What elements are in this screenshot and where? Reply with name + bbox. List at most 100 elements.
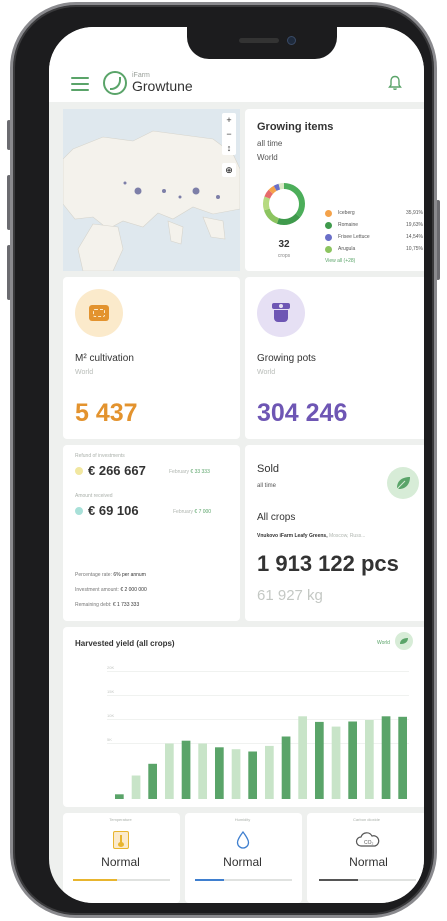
co2-label: Carbon dioxide (353, 817, 380, 822)
harvest-bar[interactable] (298, 716, 307, 799)
received-date-month: February (173, 509, 194, 515)
front-camera (287, 36, 296, 45)
growing-items-legend: Iceberg 35,91% Romaine 19,63% Frisee Lettuce… (325, 207, 423, 255)
sold-title: Sold (257, 463, 280, 475)
percentage-rate-value: 6% per annum (113, 572, 146, 578)
humidity-value: Normal (223, 855, 262, 869)
harvest-bar[interactable] (115, 794, 124, 799)
remaining-debt-value: € 1 733 333 (112, 602, 140, 608)
logo-icon (103, 71, 127, 95)
world-map[interactable]: + − ↕ ⊕ (63, 109, 240, 271)
legend-item: Romaine 19,63% (325, 219, 423, 231)
legend-percent: 14,54% (406, 234, 423, 240)
sold-crops: All crops (257, 512, 296, 523)
harvest-bar[interactable] (148, 763, 157, 799)
harvest-bar[interactable] (181, 740, 191, 799)
legend-percent: 10,75% (406, 246, 423, 252)
zoom-out-button[interactable]: − (222, 127, 236, 141)
crops-count: 32 (278, 239, 290, 250)
refund-label: Refund of investments (75, 453, 125, 459)
harvest-bar[interactable] (348, 721, 357, 800)
map-land (63, 130, 240, 271)
humidity-label: Humidity (234, 817, 251, 822)
remaining-debt-label: Remaining debt: (75, 602, 112, 608)
sold-farm-name: Vnukovo iFarm Leafy Greens, (257, 533, 328, 539)
y-tick-label: 15K (107, 689, 115, 694)
received-date-amount: € 7 000 (194, 509, 212, 515)
crops-label: crops (277, 253, 291, 259)
harvest-bar[interactable] (231, 749, 241, 799)
gauge-fill (73, 879, 117, 881)
refund-value: € 266 667 (75, 463, 146, 478)
donut-segment (263, 196, 270, 211)
humidity-gauge (195, 879, 292, 881)
growing-pots-title: Growing pots (257, 353, 316, 364)
sold-pcs: 1 913 122 pcs (257, 551, 399, 576)
notch (187, 27, 337, 59)
legend-dot (325, 221, 332, 229)
harvest-bar[interactable] (365, 720, 374, 799)
harvest-bar[interactable] (331, 726, 341, 799)
gauge-fill (319, 879, 358, 881)
bell-icon[interactable] (388, 75, 402, 91)
harvest-bar-chart (115, 716, 407, 800)
harvest-bar[interactable] (198, 743, 207, 800)
svg-text:CO₂: CO₂ (364, 840, 374, 846)
locate-icon[interactable]: ⊕ (222, 163, 236, 177)
harvest-bar[interactable] (265, 745, 274, 799)
water-drop-icon (236, 831, 250, 849)
co2-cloud-icon: CO₂ (355, 832, 380, 847)
harvest-bar[interactable] (131, 775, 141, 800)
hamburger-icon[interactable] (71, 77, 89, 91)
zoom-in-button[interactable]: + (222, 113, 236, 127)
growing-items-period: all time (257, 139, 283, 148)
sold-kg: 61 927 kg (257, 587, 323, 604)
logo: iFarm Growtune (103, 71, 193, 95)
harvest-bar[interactable] (315, 721, 324, 799)
harvest-bar[interactable] (248, 751, 257, 800)
harvest-bar[interactable] (381, 716, 391, 799)
legend-item: Arugula 10,75% (325, 243, 423, 255)
compass-button[interactable]: ↕ (222, 141, 236, 155)
cultivation-value: 5 437 (75, 399, 138, 427)
area-icon (75, 289, 123, 337)
growing-pots-value: 304 246 (257, 399, 348, 427)
percentage-rate: Percentage rate: 6% per annum (75, 572, 146, 578)
harvest-bar[interactable] (215, 747, 224, 799)
refund-date: February € 33 333 (169, 469, 210, 475)
logo-name: Growtune (132, 77, 193, 94)
temperature-gauge (73, 879, 170, 881)
legend-dot (325, 209, 332, 217)
harvest-bar[interactable] (165, 743, 174, 800)
harvest-leaf-icon (395, 632, 413, 650)
legend-dot (325, 233, 332, 241)
harvest-bar[interactable] (398, 716, 407, 799)
harvest-title: Harvested yield (all crops) (75, 639, 175, 648)
phone-frame: iFarm Growtune + − ↕ ⊕ Growing items all… (10, 2, 437, 918)
donut-segment (284, 183, 305, 218)
investment-amount-label: Investment amount: (75, 587, 119, 593)
growing-items-title: Growing items (257, 121, 334, 133)
cultivation-title: M² cultivation (75, 353, 134, 364)
received-date: February € 7 000 (173, 509, 211, 515)
y-tick-label: 20K (107, 665, 115, 670)
received-dot-icon (75, 506, 83, 515)
investment-amount: Investment amount: € 2 000 000 (75, 587, 147, 593)
gridline (107, 695, 409, 696)
legend-item: Iceberg 35,91% (325, 207, 423, 219)
harvest-bar[interactable] (281, 736, 291, 800)
growing-items-donut (263, 183, 305, 225)
sold-farm-location: Moscow, Russ... (327, 533, 366, 539)
donut-segment (263, 208, 279, 224)
received-value: € 69 106 (75, 503, 139, 518)
pot-icon (257, 289, 305, 337)
received-amount: € 69 106 (88, 503, 139, 518)
harvest-region: World (377, 640, 390, 646)
received-label: Amount received (75, 493, 113, 499)
legend-percent: 35,91% (406, 210, 423, 216)
view-all-link[interactable]: View all (+28) (325, 258, 355, 264)
temperature-value: Normal (101, 855, 140, 869)
remaining-debt: Remaining debt: € 1 733 333 (75, 602, 139, 608)
speaker (239, 38, 279, 43)
growing-pots-region: World (257, 369, 276, 376)
